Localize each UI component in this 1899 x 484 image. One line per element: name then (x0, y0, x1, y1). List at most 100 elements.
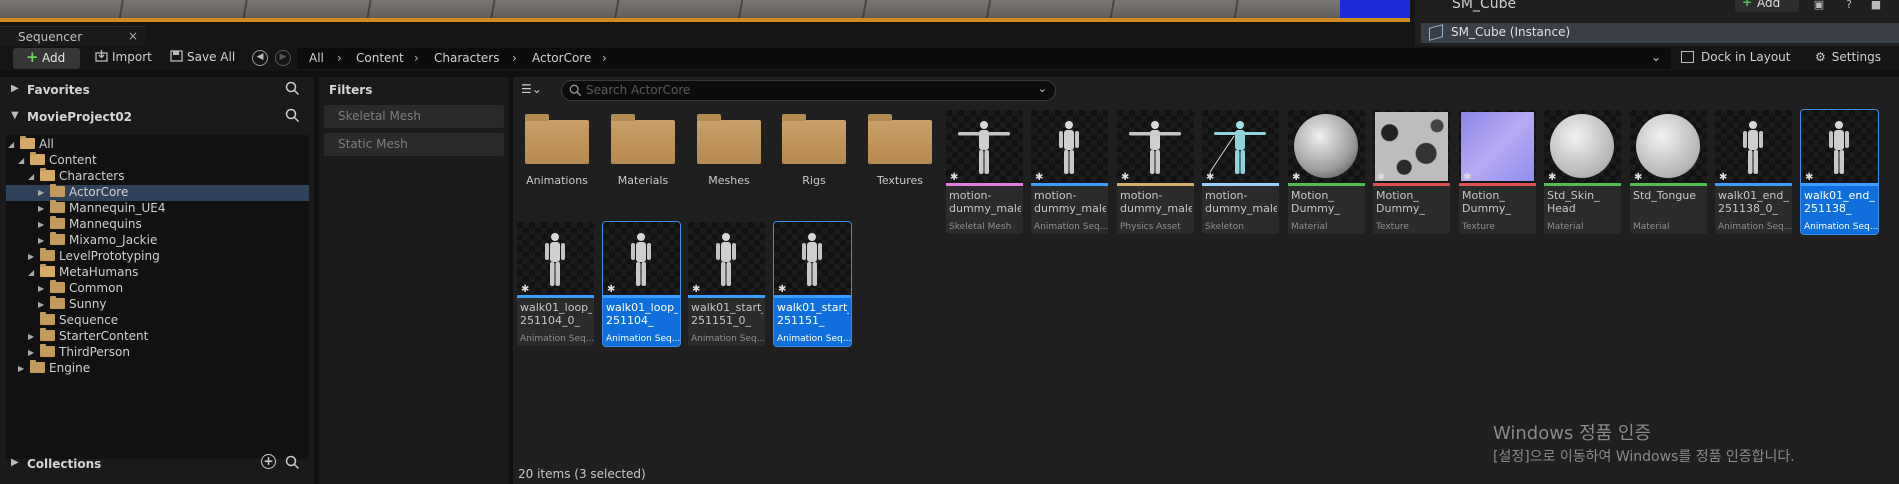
asset-tile[interactable]: ✱ Motion_ Dummy_ Texture (1373, 110, 1450, 234)
tab-sequencer[interactable]: Sequencer × (0, 26, 145, 46)
star-icon[interactable]: ✱ (1121, 172, 1129, 183)
settings-button[interactable]: ⚙ Settings (1815, 50, 1881, 64)
plus-icon: + (26, 48, 39, 66)
search-icon[interactable] (285, 81, 300, 96)
blueprint-icon[interactable]: ▣ (1808, 0, 1830, 12)
asset-tile[interactable]: ✱ Motion_ Dummy_ Texture (1459, 110, 1536, 234)
asset-name: walk01_end_ 251138_ (1804, 189, 1875, 215)
tree-item-engine[interactable]: ▶ Engine (18, 360, 308, 377)
search-icon[interactable] (285, 455, 300, 470)
folder-tile-textures[interactable]: Textures (861, 110, 933, 198)
chevron-right-icon[interactable]: › (512, 51, 517, 65)
texture-icon (1375, 112, 1448, 181)
asset-tile[interactable]: ✱ motion-dummy_male Skeletal Mesh (946, 110, 1023, 234)
star-icon[interactable]: ✱ (1035, 172, 1043, 183)
tree-item-sequence[interactable]: Sequence (28, 312, 308, 329)
asset-tile[interactable]: ✱ walk01_end_ 251138_ Animation Seq... (1800, 109, 1879, 235)
breadcrumb-actorcore[interactable]: ActorCore (532, 51, 591, 65)
star-icon[interactable]: ✱ (1719, 172, 1727, 183)
tree-item-actorcore[interactable]: ▶ ActorCore (6, 184, 309, 201)
close-icon[interactable]: × (128, 29, 138, 43)
asset-type-bar (1801, 183, 1878, 186)
asset-tile[interactable]: ✱ walk01_end_ 251138_0_ Animation Seq... (1715, 110, 1792, 234)
project-header[interactable]: ▼ MovieProject02 (0, 104, 314, 130)
star-icon[interactable]: ✱ (521, 284, 529, 295)
filter-icon[interactable]: ☰⌄ (521, 82, 542, 96)
asset-tile[interactable]: ✱ motion-dummy_male Skeleton (1202, 110, 1279, 234)
chevron-down-icon: ◢ (8, 140, 15, 149)
tree-item-metahumans[interactable]: ◢ MetaHumans (28, 264, 308, 281)
chevron-right-icon[interactable]: › (414, 51, 419, 65)
forward-icon[interactable]: ▶ (275, 50, 291, 66)
asset-tile[interactable]: ✱ walk01_loop_ 251104_ Animation Seq... (602, 221, 681, 347)
asset-tile[interactable]: ✱ motion-dummy_male Physics Asset (1117, 110, 1194, 234)
breadcrumb-characters[interactable]: Characters (434, 51, 500, 65)
import-button[interactable]: Import (95, 50, 152, 64)
asset-tile[interactable]: ✱ Std_Tongue Material (1630, 110, 1707, 234)
asset-tile[interactable]: ✱ motion-dummy_male Animation Seq... (1031, 110, 1108, 234)
help-icon[interactable]: ? (1838, 0, 1860, 12)
plus-icon: + (1742, 0, 1753, 9)
folder-tile-materials[interactable]: Materials (604, 110, 676, 198)
level-viewport[interactable] (0, 0, 1410, 22)
chevron-right-icon[interactable]: › (602, 51, 607, 65)
save-all-button[interactable]: Save All (170, 50, 235, 64)
tree-item-thirdperson[interactable]: ▶ ThirdPerson (28, 344, 308, 361)
chevron-right-icon[interactable]: › (337, 51, 342, 65)
add-collection-icon[interactable]: + (261, 454, 276, 469)
dock-in-layout-button[interactable]: Dock in Layout (1681, 50, 1791, 64)
star-icon[interactable]: ✱ (1463, 172, 1471, 183)
filter-chip-skeletal-mesh[interactable]: Skeletal Mesh (324, 105, 504, 128)
breadcrumb-content[interactable]: Content (356, 51, 404, 65)
chevron-down-icon[interactable]: ⌄ (1038, 82, 1047, 95)
collections-header[interactable]: ▶ Collections + (0, 451, 314, 477)
asset-tile[interactable]: ✱ Motion_ Dummy_ Material (1288, 110, 1365, 234)
folder-icon (40, 248, 55, 261)
star-icon[interactable]: ✱ (1548, 172, 1556, 183)
asset-name: Std_Tongue (1633, 189, 1697, 202)
breadcrumb-all[interactable]: All (309, 51, 324, 65)
back-icon[interactable]: ◀ (252, 50, 268, 66)
folder-tree: ◢ All ◢ Content ◢ Characters ▶ ActorCore ▶ Ma… (6, 135, 309, 459)
star-icon[interactable]: ✱ (1805, 172, 1813, 183)
tree-item-content[interactable]: ◢ Content (18, 152, 308, 169)
favorites-header[interactable]: ▶ Favorites (0, 77, 314, 103)
star-icon[interactable]: ✱ (1634, 172, 1642, 183)
material-sphere-icon (1636, 114, 1700, 178)
tree-item-all[interactable]: ◢ All (8, 136, 308, 153)
search-box: ⌄ (561, 80, 1056, 101)
asset-name: Motion_ Dummy_ (1376, 189, 1425, 215)
tree-item-startercontent[interactable]: ▶ StarterContent (28, 328, 308, 345)
filter-chip-static-mesh[interactable]: Static Mesh (324, 133, 504, 156)
details-add-button[interactable]: + Add (1735, 0, 1799, 12)
star-icon[interactable]: ✱ (1292, 172, 1300, 183)
folder-tile-rigs[interactable]: Rigs (775, 110, 847, 198)
asset-name: motion-dummy_male (1034, 189, 1106, 215)
star-icon[interactable]: ✱ (607, 284, 615, 295)
tree-item-levelprototyping[interactable]: ▶ LevelPrototyping (28, 248, 308, 265)
asset-tile[interactable]: ✱ walk01_start_ 251151_0_ Animation Seq... (688, 222, 765, 346)
lock-icon[interactable]: ■ (1865, 0, 1887, 12)
tree-item-characters[interactable]: ◢ Characters (28, 168, 308, 185)
chevron-down-icon[interactable]: ⌄ (1651, 50, 1661, 64)
star-icon[interactable]: ✱ (1377, 172, 1385, 183)
add-button[interactable]: + Add (13, 48, 80, 69)
search-icon[interactable] (285, 108, 300, 123)
folder-tile-animations[interactable]: Animations (518, 110, 590, 198)
star-icon[interactable]: ✱ (778, 284, 786, 295)
tree-item-mannequin-ue4[interactable]: ▶ Mannequin_UE4 (38, 200, 308, 217)
asset-tile[interactable]: ✱ walk01_start_ 251151_ Animation Seq... (773, 221, 852, 347)
asset-tile[interactable]: ✱ walk01_loop_ 251104_0_ Animation Seq... (517, 222, 594, 346)
tree-item-mixamo-jackie[interactable]: ▶ Mixamo_Jackie (38, 232, 308, 249)
asset-tile[interactable]: ✱ Std_Skin_ Head Material (1544, 110, 1621, 234)
star-icon[interactable]: ✱ (692, 284, 700, 295)
star-icon[interactable]: ✱ (950, 172, 958, 183)
component-instance-row[interactable]: SM_Cube (Instance) (1421, 23, 1899, 43)
tree-item-sunny[interactable]: ▶ Sunny (38, 296, 308, 313)
tree-item-mannequins[interactable]: ▶ Mannequins (38, 216, 308, 233)
tree-item-label: Mannequin_UE4 (69, 201, 166, 215)
folder-tile-meshes[interactable]: Meshes (690, 110, 762, 198)
tree-item-common[interactable]: ▶ Common (38, 280, 308, 297)
star-icon[interactable]: ✱ (1206, 172, 1214, 183)
search-input[interactable] (586, 83, 1026, 97)
